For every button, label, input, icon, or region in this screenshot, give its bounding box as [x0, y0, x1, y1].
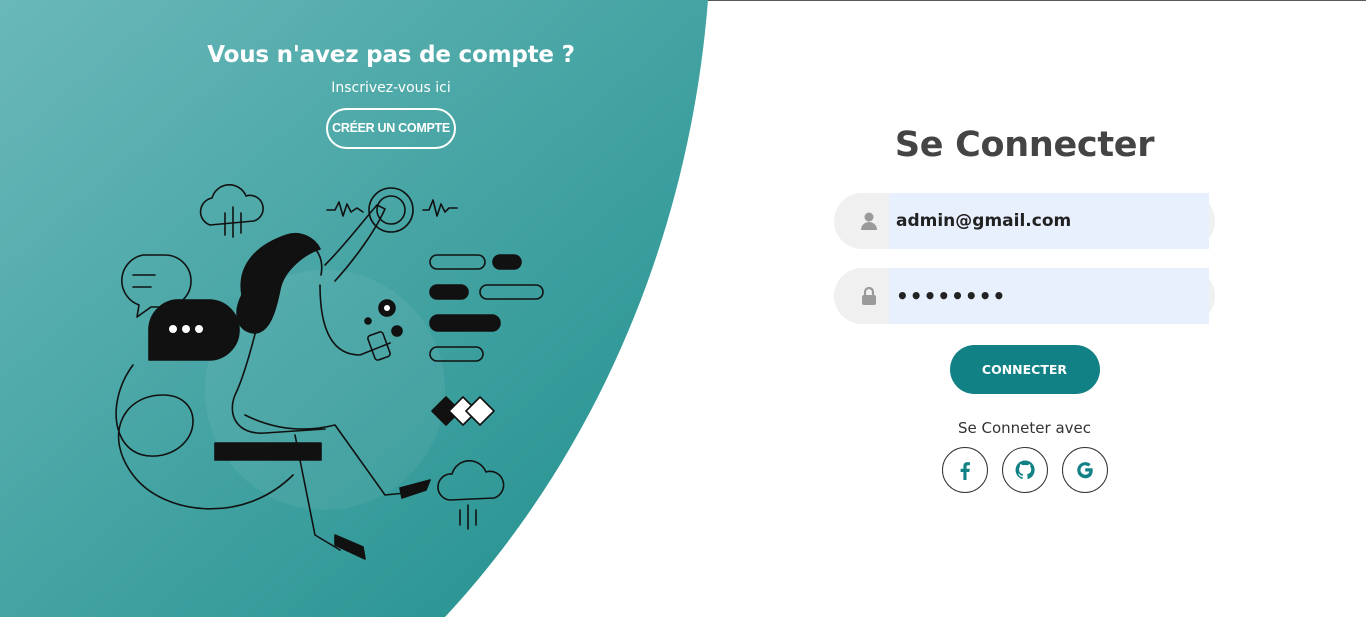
google-button[interactable]	[1061, 447, 1108, 493]
panel-title: Vous n'avez pas de compte ?	[207, 42, 575, 68]
github-button[interactable]	[1001, 447, 1048, 493]
facebook-button[interactable]	[941, 447, 988, 493]
social-login-label: Se Conneter avec	[957, 419, 1091, 437]
connect-button[interactable]: CONNECTER	[949, 345, 1100, 394]
login-form: Se Connecter CONNECTER Se Conneter avec	[834, 125, 1215, 493]
google-icon	[1076, 462, 1093, 479]
person-using-phone-illustration	[115, 184, 544, 560]
social-login-buttons	[834, 447, 1215, 493]
password-field[interactable]	[834, 268, 1215, 324]
email-input[interactable]	[896, 193, 1196, 249]
create-account-button[interactable]: CRÉER UN COMPTE	[326, 108, 456, 149]
lock-icon	[862, 286, 876, 305]
panel-subtitle: Inscrivez-vous ici	[331, 80, 451, 96]
github-icon	[1015, 460, 1035, 480]
top-border	[0, 0, 1366, 1]
password-input[interactable]	[896, 268, 1196, 324]
email-field[interactable]	[834, 193, 1215, 249]
facebook-icon	[960, 462, 970, 480]
login-title: Se Connecter	[894, 125, 1155, 165]
user-icon	[861, 212, 877, 230]
